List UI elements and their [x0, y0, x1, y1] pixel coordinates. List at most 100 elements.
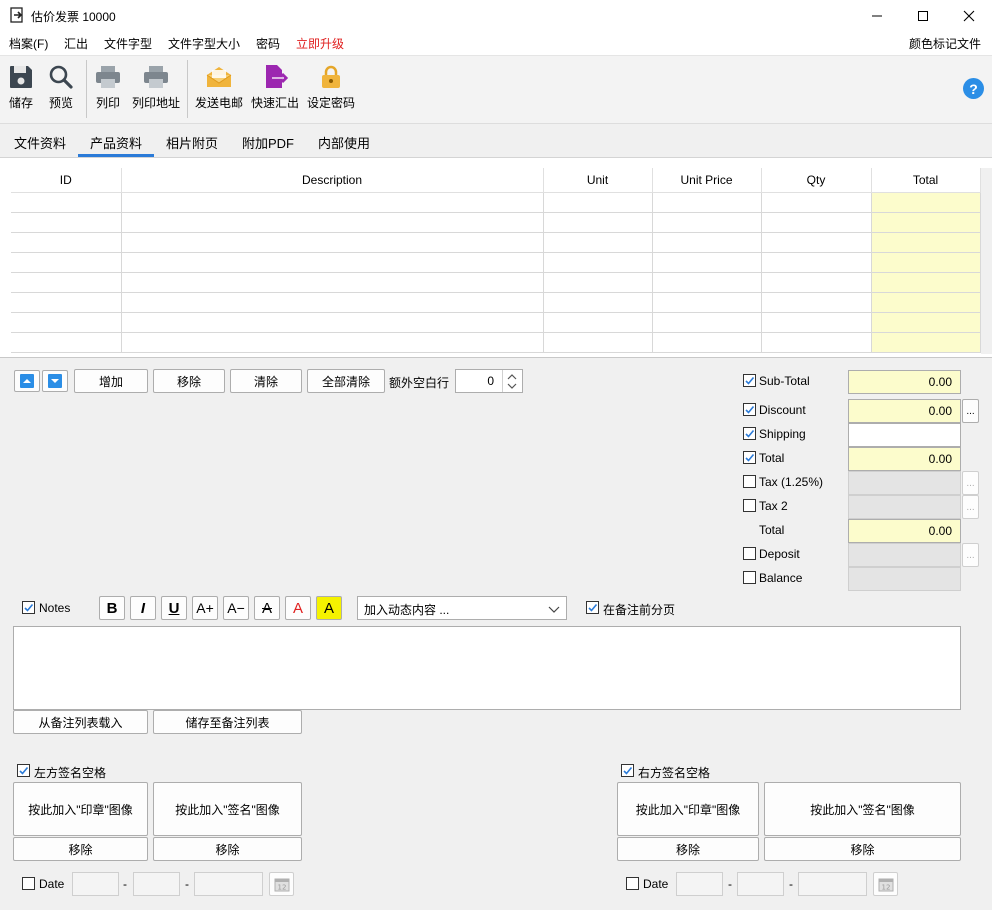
product-table[interactable]: ID Description Unit Unit Price Qty Total: [11, 168, 981, 353]
page-break-checkbox[interactable]: [586, 601, 599, 614]
load-notes-button[interactable]: 从备注列表载入: [13, 710, 148, 734]
cell-unit[interactable]: [543, 232, 653, 253]
dynamic-content-select[interactable]: 加入动态内容 ...: [357, 596, 567, 620]
menu-file[interactable]: 档案(F): [9, 35, 48, 52]
cell-unit[interactable]: [543, 192, 653, 213]
menu-color-tag[interactable]: 颜色标记文件: [909, 35, 981, 52]
cell-unit[interactable]: [543, 312, 653, 333]
menu-upgrade[interactable]: 立即升级: [296, 35, 344, 52]
left-signature-checkbox[interactable]: [17, 764, 30, 777]
left-sign-remove-button[interactable]: 移除: [153, 837, 302, 861]
cell-total[interactable]: [871, 292, 981, 313]
table-row[interactable]: [11, 332, 981, 353]
right-date-checkbox[interactable]: [626, 877, 639, 890]
notes-textarea[interactable]: [13, 626, 961, 710]
quick-export-button[interactable]: 快速汇出: [249, 56, 301, 122]
spin-up-icon[interactable]: [506, 373, 518, 381]
cell-id[interactable]: [11, 332, 122, 353]
left-stamp-remove-button[interactable]: 移除: [13, 837, 148, 861]
remove-row-button[interactable]: 移除: [153, 369, 225, 393]
tab-photo-attachment[interactable]: 相片附页: [166, 133, 218, 152]
increase-font-button[interactable]: A+: [192, 596, 218, 620]
save-button[interactable]: 储存: [4, 56, 38, 122]
total-field[interactable]: 0.00: [848, 447, 961, 471]
right-stamp-remove-button[interactable]: 移除: [617, 837, 759, 861]
cell-description[interactable]: [121, 232, 544, 253]
right-calendar-button[interactable]: 12: [873, 872, 898, 896]
cell-total[interactable]: [871, 272, 981, 293]
cell-total[interactable]: [871, 212, 981, 233]
cell-id[interactable]: [11, 252, 122, 273]
cell-id[interactable]: [11, 292, 122, 313]
right-date-day[interactable]: [676, 872, 723, 896]
right-date-month[interactable]: [737, 872, 784, 896]
deposit-checkbox[interactable]: [743, 547, 756, 560]
subtotal-checkbox[interactable]: [743, 374, 756, 387]
cell-unit-price[interactable]: [652, 312, 762, 333]
cell-id[interactable]: [11, 312, 122, 333]
print-address-button[interactable]: 列印地址: [130, 56, 182, 122]
clear-all-button[interactable]: 全部清除: [307, 369, 385, 393]
cell-unit[interactable]: [543, 292, 653, 313]
menu-password[interactable]: 密码: [256, 35, 280, 52]
help-icon[interactable]: ?: [963, 78, 984, 99]
cell-unit-price[interactable]: [652, 212, 762, 233]
cell-unit-price[interactable]: [652, 272, 762, 293]
extra-rows-stepper[interactable]: 0: [455, 369, 523, 393]
table-row[interactable]: [11, 192, 981, 213]
column-header-unit[interactable]: Unit: [543, 168, 653, 193]
tab-attach-pdf[interactable]: 附加PDF: [242, 133, 294, 152]
cell-id[interactable]: [11, 232, 122, 253]
table-row[interactable]: [11, 252, 981, 273]
cell-unit-price[interactable]: [652, 292, 762, 313]
preview-button[interactable]: 预览: [44, 56, 78, 122]
deposit-more-button[interactable]: ...: [962, 543, 979, 567]
move-down-button[interactable]: [42, 370, 68, 392]
cell-qty[interactable]: [761, 312, 872, 333]
font-color-button[interactable]: A: [285, 596, 311, 620]
discount-more-button[interactable]: ...: [962, 399, 979, 423]
shipping-field[interactable]: [848, 423, 961, 447]
move-up-button[interactable]: [14, 370, 40, 392]
tax-more-button[interactable]: ...: [962, 471, 979, 495]
tab-product-info[interactable]: 产品资料: [90, 133, 142, 152]
discount-field[interactable]: 0.00: [848, 399, 961, 423]
print-button[interactable]: 列印: [92, 56, 124, 122]
cell-qty[interactable]: [761, 332, 872, 353]
cell-description[interactable]: [121, 212, 544, 233]
cell-total[interactable]: [871, 312, 981, 333]
notes-checkbox[interactable]: [22, 601, 35, 614]
discount-checkbox[interactable]: [743, 403, 756, 416]
cell-id[interactable]: [11, 212, 122, 233]
subtotal-field[interactable]: 0.00: [848, 370, 961, 394]
left-calendar-button[interactable]: 12: [269, 872, 294, 896]
cell-unit[interactable]: [543, 252, 653, 273]
strikethrough-button[interactable]: A: [254, 596, 280, 620]
cell-qty[interactable]: [761, 272, 872, 293]
table-row[interactable]: [11, 232, 981, 253]
right-date-year[interactable]: [798, 872, 867, 896]
cell-id[interactable]: [11, 192, 122, 213]
cell-description[interactable]: [121, 272, 544, 293]
cell-qty[interactable]: [761, 292, 872, 313]
table-row[interactable]: [11, 272, 981, 293]
cell-unit[interactable]: [543, 272, 653, 293]
italic-button[interactable]: I: [130, 596, 156, 620]
close-button[interactable]: [946, 0, 992, 31]
right-sign-button[interactable]: 按此加入"签名"图像: [764, 782, 961, 836]
menu-font-size[interactable]: 文件字型大小: [168, 35, 240, 52]
cell-description[interactable]: [121, 192, 544, 213]
save-notes-button[interactable]: 储存至备注列表: [153, 710, 302, 734]
total-checkbox[interactable]: [743, 451, 756, 464]
cell-qty[interactable]: [761, 212, 872, 233]
cell-description[interactable]: [121, 292, 544, 313]
cell-unit-price[interactable]: [652, 192, 762, 213]
column-header-total[interactable]: Total: [871, 168, 981, 193]
shipping-checkbox[interactable]: [743, 427, 756, 440]
column-header-unit-price[interactable]: Unit Price: [652, 168, 762, 193]
table-row[interactable]: [11, 312, 981, 333]
grand-total-field[interactable]: 0.00: [848, 519, 961, 543]
spin-down-icon[interactable]: [506, 382, 518, 390]
grid-scrollbar[interactable]: [981, 168, 992, 354]
cell-description[interactable]: [121, 252, 544, 273]
